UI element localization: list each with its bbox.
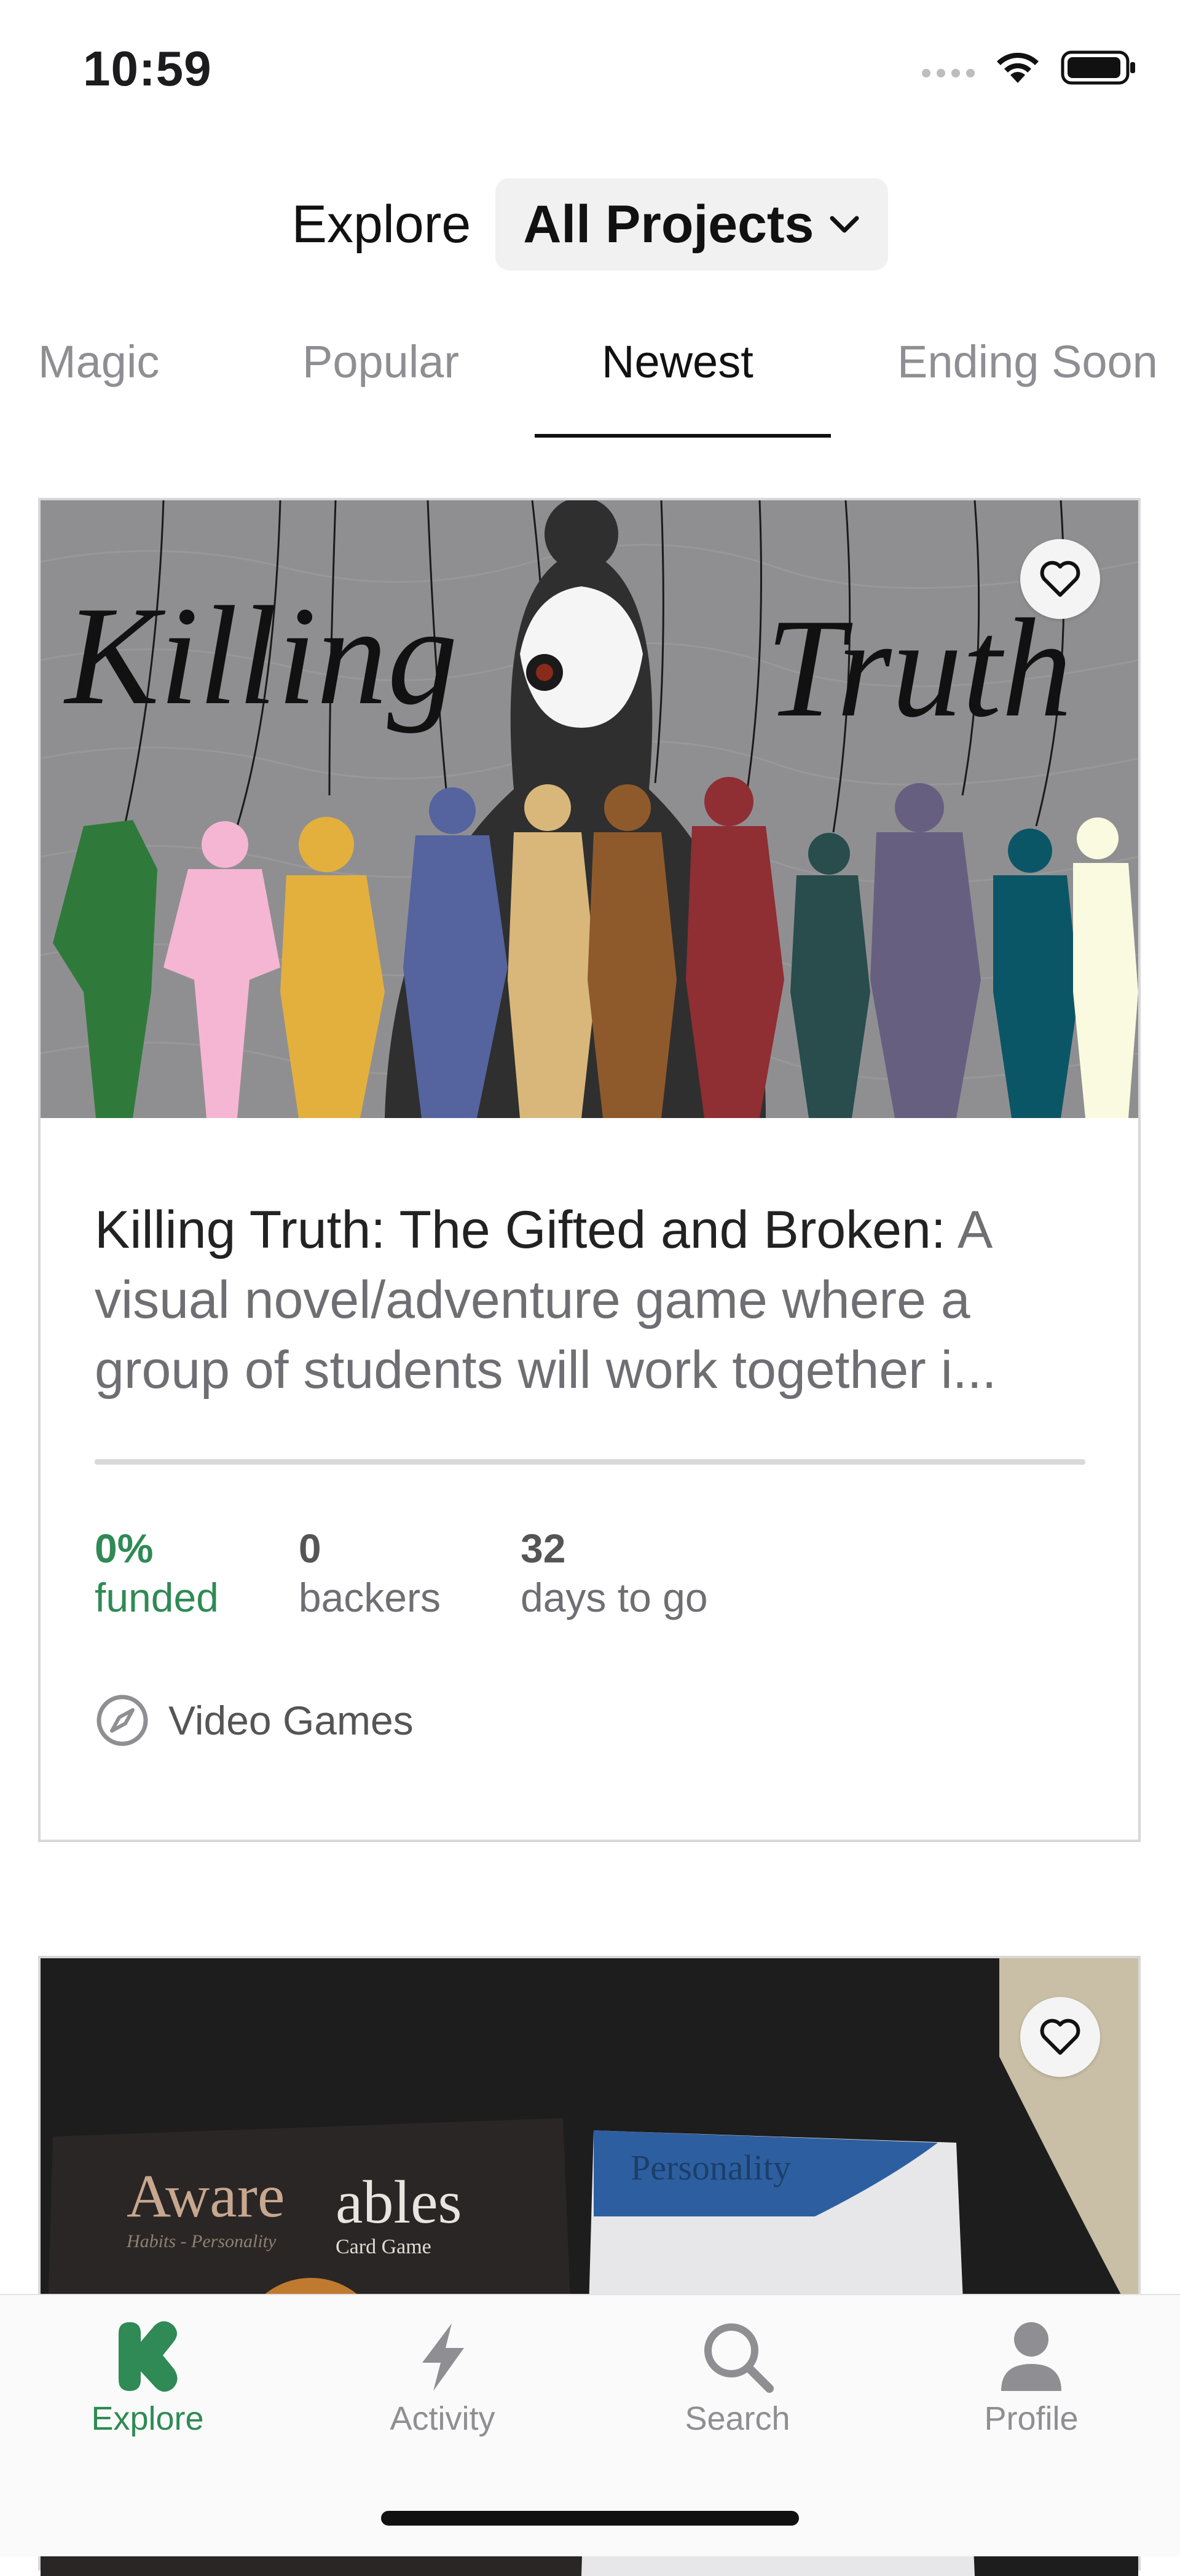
funded-value: 0% [95, 1526, 154, 1571]
image-title-left: Killing [63, 577, 458, 734]
category-label: Video Games [168, 1698, 414, 1743]
stat-funded: 0% funded [95, 1524, 219, 1622]
image-title-right: Truth [766, 589, 1072, 746]
lightning-icon [422, 2323, 464, 2391]
project-category[interactable]: Video Games [95, 1693, 414, 1748]
status-time: 10:59 [83, 41, 212, 96]
project-filter-dropdown[interactable]: All Projects [495, 178, 889, 270]
cellular-signal-icon [922, 69, 975, 77]
backers-label: backers [298, 1575, 441, 1620]
tab-magic[interactable]: Magic [38, 336, 159, 388]
tab-bar-activity[interactable]: Activity [350, 2320, 535, 2438]
image-card-title: Personality [631, 2148, 791, 2188]
days-value: 32 [520, 1526, 566, 1571]
tab-bar-label: Profile [984, 2400, 1079, 2437]
project-stats: 0% funded 0 backers 32 days to go [95, 1524, 788, 1622]
image-subtitle-2: Card Game [336, 2235, 431, 2258]
stat-days-to-go: 32 days to go [521, 1524, 708, 1622]
page-title: Explore [291, 194, 471, 254]
image-title-ables: ables [336, 2168, 462, 2236]
search-icon [704, 2323, 774, 2393]
tab-bar-explore[interactable]: Explore [55, 2320, 240, 2438]
active-tab-indicator [535, 434, 831, 438]
heart-icon [1040, 561, 1080, 597]
tab-bar-label: Activity [390, 2400, 495, 2437]
battery-icon [1061, 50, 1135, 85]
explore-header: Explore All Projects [0, 178, 1180, 270]
home-indicator [381, 2511, 799, 2526]
sort-tabs: Magic Popular Newest Ending Soon [0, 320, 1180, 443]
compass-icon [96, 1695, 148, 1746]
favorite-button[interactable] [1020, 1997, 1100, 2077]
stat-backers: 0 backers [299, 1524, 441, 1622]
heart-icon [1040, 2019, 1080, 2055]
tab-bar-label: Explore [91, 2400, 204, 2437]
days-label: days to go [520, 1575, 708, 1620]
tab-bar-search[interactable]: Search [645, 2320, 830, 2438]
favorite-button[interactable] [1020, 539, 1100, 619]
funded-label: funded [95, 1575, 219, 1620]
chevron-down-icon [830, 216, 859, 233]
tab-newest[interactable]: Newest [602, 336, 753, 388]
tab-popular[interactable]: Popular [302, 336, 459, 388]
project-filter-label: All Projects [523, 194, 814, 254]
status-bar: 10:59 [0, 0, 1180, 141]
wifi-icon [997, 52, 1039, 83]
backers-value: 0 [298, 1526, 321, 1571]
funding-progress-bar [95, 1459, 1085, 1465]
image-title-aware: Aware [127, 2162, 285, 2230]
status-icons [922, 49, 1137, 86]
project-card[interactable]: Killing Truth Killing Truth: The Gifted … [38, 498, 1141, 1842]
tab-bar-profile[interactable]: Profile [939, 2320, 1123, 2438]
tab-ending-soon[interactable]: Ending Soon [897, 336, 1158, 388]
project-name: Killing Truth: The Gifted and Broken: [95, 1200, 946, 1259]
project-title: Killing Truth: The Gifted and Broken: A … [95, 1195, 1103, 1405]
kickstarter-k-icon [119, 2321, 178, 2392]
tab-bar-label: Search [685, 2400, 790, 2437]
person-icon [1001, 2322, 1061, 2391]
project-image: Killing Truth [41, 500, 1138, 1118]
image-subtitle: Habits - Personality [126, 2231, 277, 2251]
